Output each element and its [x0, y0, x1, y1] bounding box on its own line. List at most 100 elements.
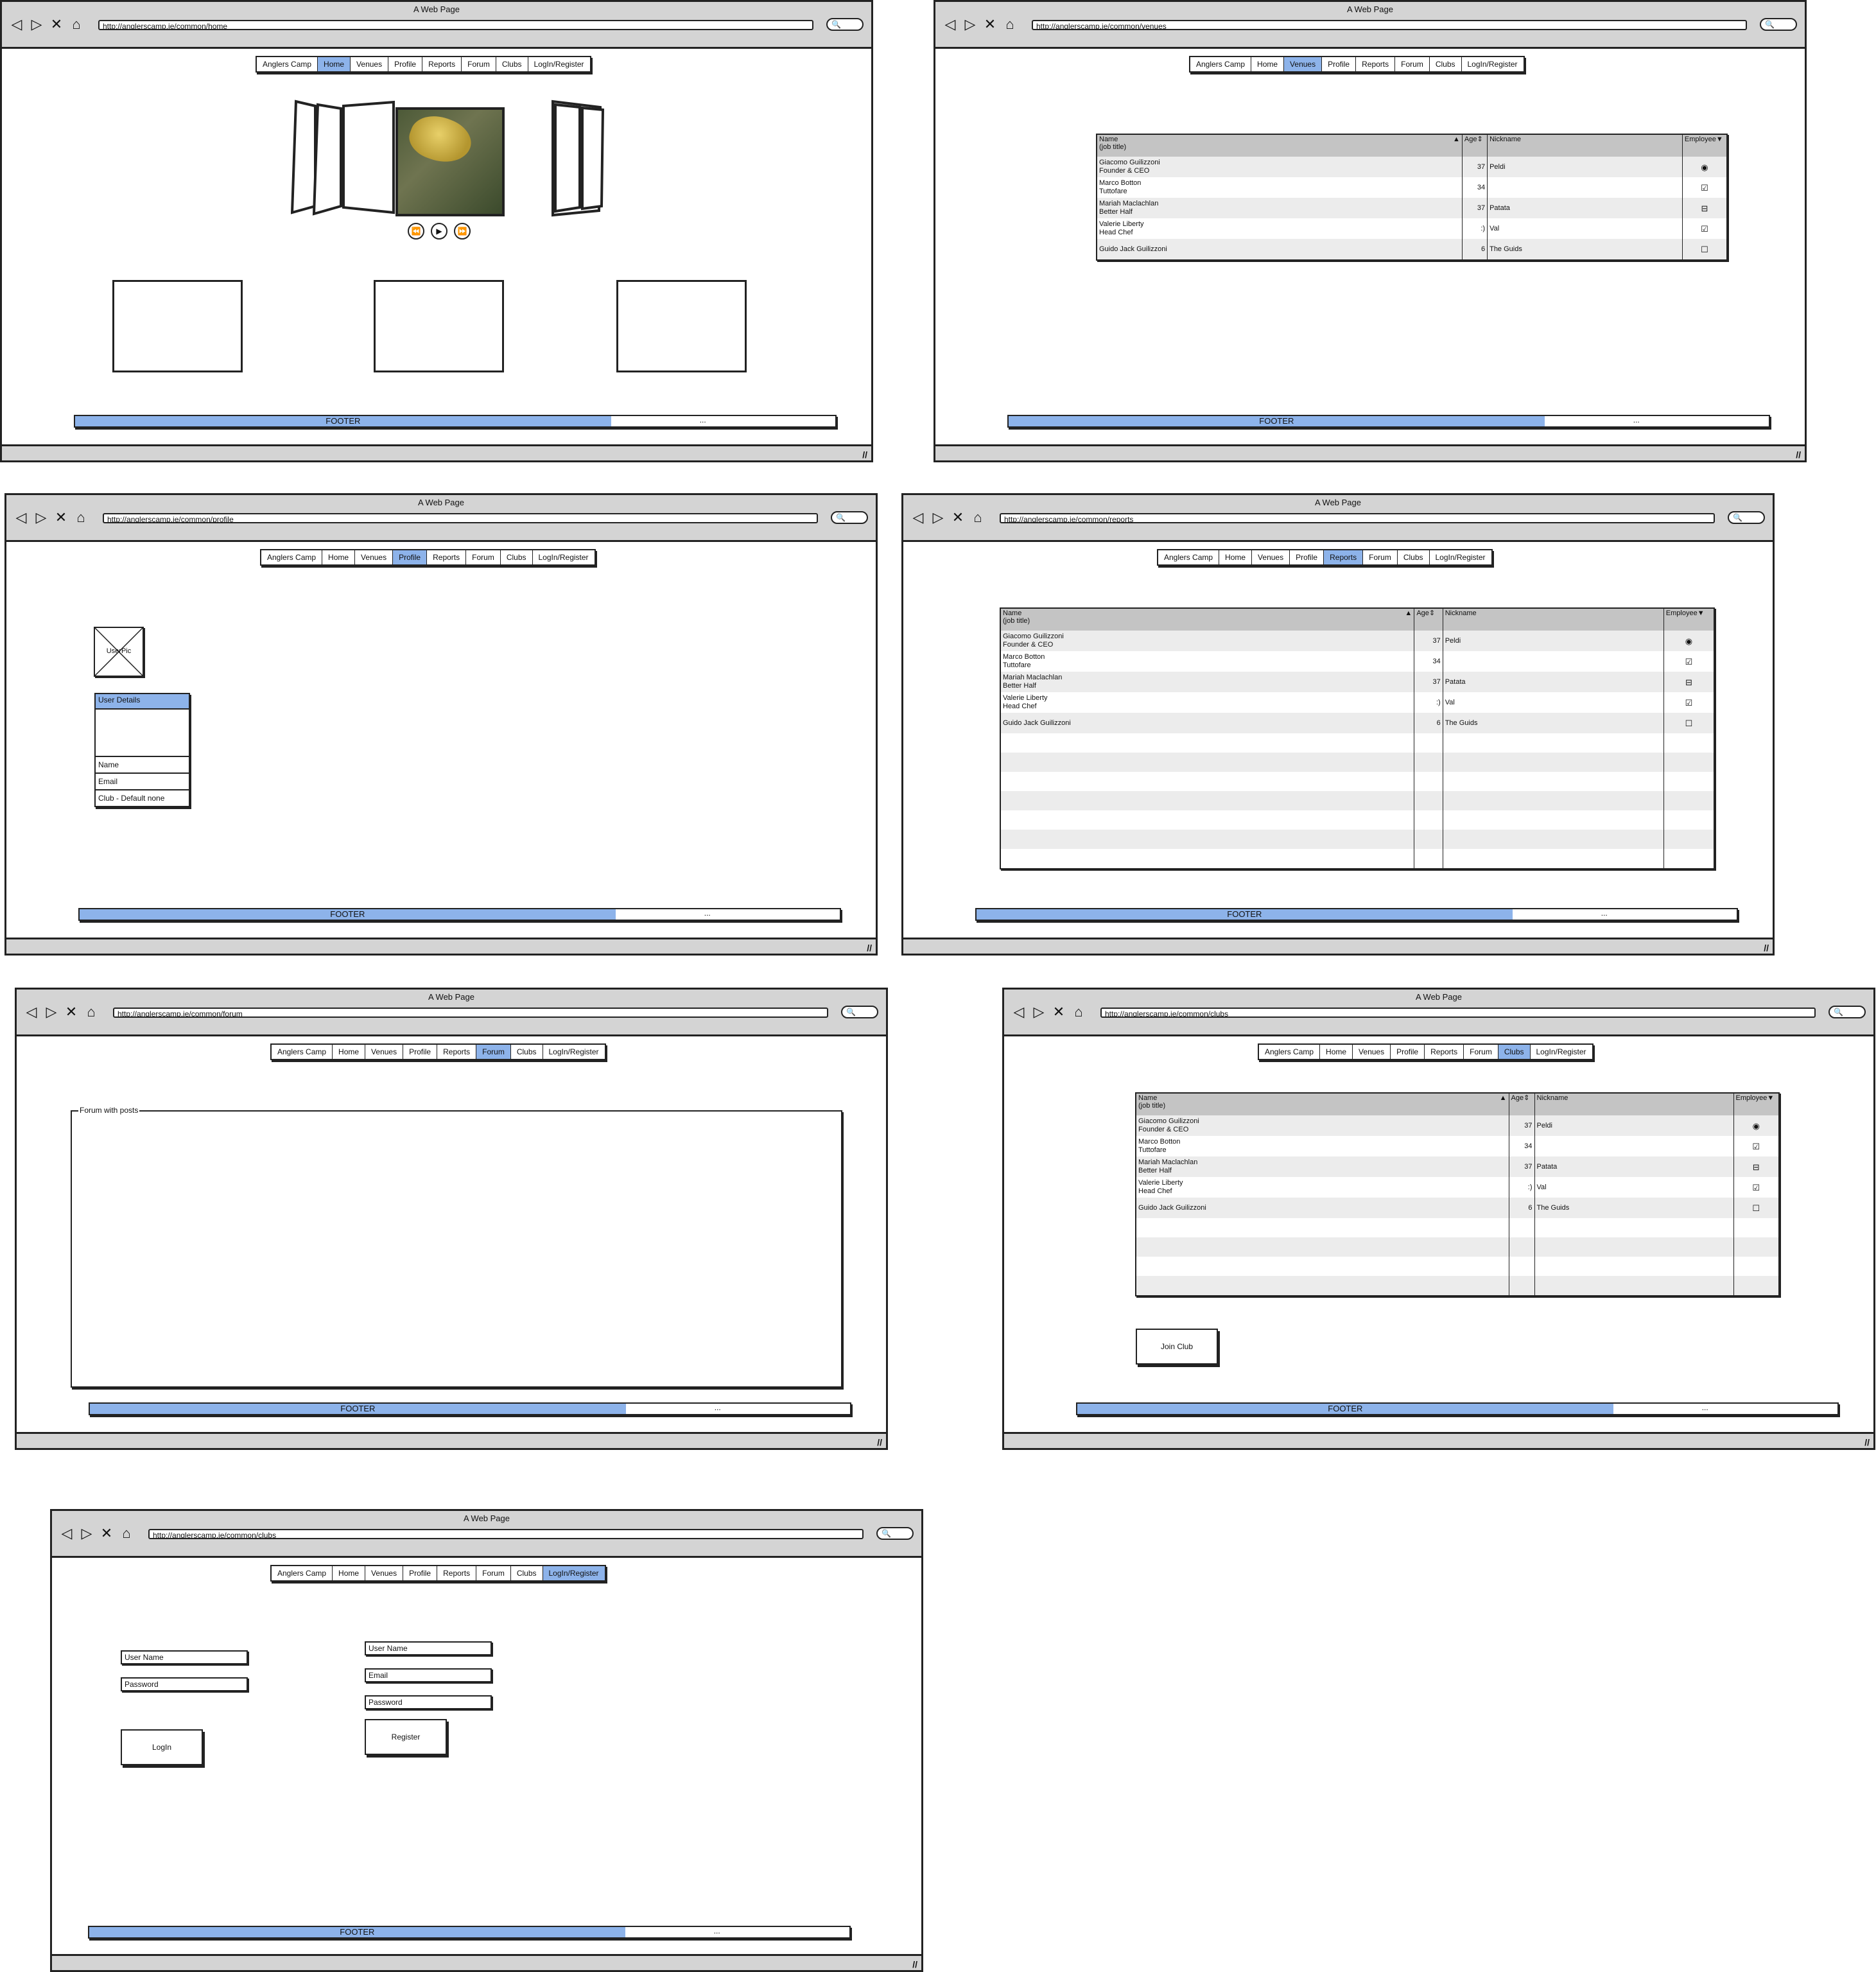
table-row[interactable]: Valerie Liberty Head Chef:) Val ☑ [1097, 218, 1726, 239]
tab-venues[interactable]: Venues [355, 550, 394, 564]
resize-grip-icon[interactable]: // [1796, 449, 1801, 460]
column-header-nickname[interactable]: Nickname [1534, 1094, 1734, 1115]
register-email-input[interactable]: Email [365, 1668, 492, 1682]
search-icon[interactable]: 🔍 [831, 511, 868, 524]
tab-home[interactable]: Home [333, 1566, 366, 1580]
cell-employee[interactable]: ☑ [1663, 692, 1714, 713]
cell-employee[interactable]: ◉ [1682, 157, 1726, 177]
tab-forum[interactable]: Forum [476, 1566, 511, 1580]
home-icon[interactable]: ⌂ [68, 16, 85, 33]
tab-home[interactable]: Home [1320, 1045, 1353, 1059]
resize-grip-icon[interactable]: // [877, 1437, 882, 1447]
tab-reports[interactable]: Reports [427, 550, 467, 564]
column-header-name[interactable]: Name ▲ (job title) [1136, 1094, 1509, 1115]
tab-clubs[interactable]: Clubs [511, 1566, 543, 1580]
column-header-employee[interactable]: Employee▼ [1682, 135, 1726, 157]
tab-forum[interactable]: Forum [1395, 57, 1430, 71]
cell-employee[interactable]: ☑ [1733, 1136, 1778, 1156]
tab-profile[interactable]: Profile [1322, 57, 1357, 71]
address-bar[interactable]: http://anglerscamp.ie/common/forum [113, 1008, 828, 1018]
resize-grip-icon[interactable]: // [1864, 1437, 1870, 1447]
join-club-button[interactable]: Join Club [1136, 1329, 1218, 1365]
home-icon[interactable]: ⌂ [1002, 16, 1018, 33]
back-icon[interactable]: ◁ [8, 16, 25, 33]
tab-profile[interactable]: Profile [388, 57, 423, 71]
column-header-age[interactable]: Age⇕ [1509, 1094, 1535, 1115]
tab-login-register[interactable]: LogIn/Register [543, 1566, 605, 1580]
column-header-age[interactable]: Age⇕ [1462, 135, 1488, 157]
close-icon[interactable]: ✕ [950, 509, 966, 526]
data-grid[interactable]: Name ▲ (job title) Age⇕ Nickname Employee▼ Gia… [1135, 1092, 1780, 1296]
fast-forward-icon[interactable]: ⏩ [454, 223, 471, 240]
table-row[interactable]: Marco Botton Tuttofare 34 ☑ [1136, 1136, 1778, 1156]
column-header-name[interactable]: Name ▲ (job title) [1097, 135, 1463, 157]
table-row[interactable]: Marco Botton Tuttofare 34 ☑ [1001, 651, 1714, 672]
tab-clubs[interactable]: Clubs [1398, 550, 1430, 564]
image-carousel[interactable] [291, 98, 605, 227]
tab-venues[interactable]: Venues [351, 57, 389, 71]
tab-home[interactable]: Home [1251, 57, 1285, 71]
back-icon[interactable]: ◁ [58, 1525, 75, 1542]
tab-clubs[interactable]: Clubs [1430, 57, 1462, 71]
address-bar[interactable]: http://anglerscamp.ie/common/home [98, 20, 813, 30]
column-header-name[interactable]: Name ▲ (job title) [1001, 609, 1415, 631]
tab-venues[interactable]: Venues [1284, 57, 1323, 71]
cell-employee[interactable]: ☐ [1733, 1198, 1778, 1218]
close-icon[interactable]: ✕ [982, 16, 998, 33]
table-row[interactable]: Giacomo Guilizzoni Founder & CEO 37 Peldi ◉ [1001, 631, 1714, 651]
cell-employee[interactable]: ☑ [1663, 651, 1714, 672]
table-row[interactable]: Mariah Maclachlan Better Half 37 Patata ⊟ [1001, 672, 1714, 692]
tab-home[interactable]: Home [1219, 550, 1253, 564]
register-button[interactable]: Register [365, 1719, 447, 1755]
tab-forum[interactable]: Forum [462, 57, 496, 71]
cell-employee[interactable]: ☐ [1682, 239, 1726, 259]
tab-clubs[interactable]: Clubs [501, 550, 533, 564]
tab-venues[interactable]: Venues [365, 1566, 404, 1580]
tab-forum[interactable]: Forum [476, 1045, 511, 1059]
tab-login-register[interactable]: LogIn/Register [1531, 1045, 1592, 1059]
search-icon[interactable]: 🔍 [841, 1006, 878, 1018]
table-row[interactable]: Marco Botton Tuttofare 34 ☑ [1097, 177, 1726, 198]
table-row[interactable]: Giacomo Guilizzoni Founder & CEO 37 Peldi ◉ [1136, 1115, 1778, 1136]
cell-employee[interactable]: ⊟ [1663, 672, 1714, 692]
home-icon[interactable]: ⌂ [969, 509, 986, 526]
register-password-input[interactable]: Password [365, 1695, 492, 1709]
tab-profile[interactable]: Profile [403, 1566, 438, 1580]
cell-employee[interactable]: ☑ [1682, 218, 1726, 239]
resize-grip-icon[interactable]: // [1764, 943, 1769, 953]
back-icon[interactable]: ◁ [13, 509, 30, 526]
tab-profile[interactable]: Profile [393, 550, 428, 564]
data-grid[interactable]: Name ▲ (job title) Age⇕ Nickname Employee▼ Gia… [1000, 607, 1715, 869]
play-icon[interactable]: ▶ [431, 223, 447, 240]
tab-venues[interactable]: Venues [1353, 1045, 1391, 1059]
forward-icon[interactable]: ▷ [930, 509, 946, 526]
tab-login-register[interactable]: LogIn/Register [533, 550, 595, 564]
data-grid[interactable]: Name ▲ (job title) Age⇕ Nickname Employee▼ Gia… [1096, 134, 1728, 261]
tab-anglers-camp[interactable]: Anglers Camp [272, 1566, 333, 1580]
home-icon[interactable]: ⌂ [73, 509, 89, 526]
tab-anglers-camp[interactable]: Anglers Camp [1158, 550, 1220, 564]
cell-employee[interactable]: ⊟ [1733, 1156, 1778, 1177]
table-row[interactable]: Mariah Maclachlan Better Half 37 Patata ⊟ [1136, 1156, 1778, 1177]
table-row[interactable]: Guido Jack Guilizzoni 6 The Guids ☐ [1001, 713, 1714, 733]
close-icon[interactable]: ✕ [98, 1525, 115, 1542]
cell-employee[interactable]: ◉ [1663, 631, 1714, 651]
forward-icon[interactable]: ▷ [962, 16, 978, 33]
column-header-employee[interactable]: Employee▼ [1663, 609, 1714, 631]
resize-grip-icon[interactable]: // [862, 449, 867, 460]
column-header-age[interactable]: Age⇕ [1414, 609, 1443, 631]
table-row[interactable]: Giacomo Guilizzoni Founder & CEO 37 Peldi ◉ [1097, 157, 1726, 177]
back-icon[interactable]: ◁ [1011, 1004, 1027, 1020]
tab-anglers-camp[interactable]: Anglers Camp [257, 57, 318, 71]
tab-profile[interactable]: Profile [1290, 550, 1324, 564]
tab-profile[interactable]: Profile [1391, 1045, 1425, 1059]
forward-icon[interactable]: ▷ [33, 509, 49, 526]
tab-reports[interactable]: Reports [1425, 1045, 1464, 1059]
tab-login-register[interactable]: LogIn/Register [1430, 550, 1491, 564]
tab-reports[interactable]: Reports [437, 1045, 477, 1059]
address-bar[interactable]: http://anglerscamp.ie/common/clubs [148, 1529, 864, 1539]
tab-login-register[interactable]: LogIn/Register [1462, 57, 1524, 71]
forward-icon[interactable]: ▷ [43, 1004, 60, 1020]
tab-reports[interactable]: Reports [422, 57, 462, 71]
tab-home[interactable]: Home [322, 550, 356, 564]
